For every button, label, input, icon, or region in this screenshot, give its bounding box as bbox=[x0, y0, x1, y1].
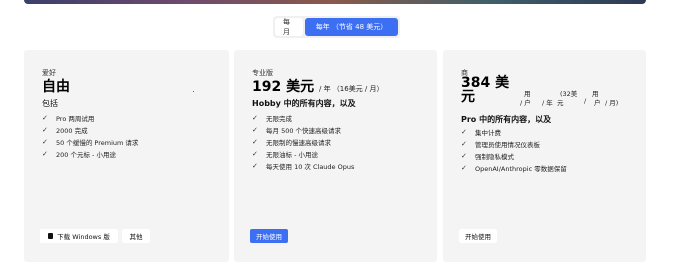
price-suffix-part: / bbox=[584, 97, 587, 105]
feature-list: ✓ 集中计费 ✓ 管理员使用情况仪表板 ✓ 强制隐私模式 ✓ OpenAI/Anthro… bbox=[461, 126, 567, 174]
check-icon: ✓ bbox=[42, 150, 48, 158]
check-icon: ✓ bbox=[252, 162, 258, 170]
price-suffix-part: 元 bbox=[557, 99, 564, 107]
check-icon: ✓ bbox=[252, 126, 258, 134]
get-started-button[interactable]: 开始使用 bbox=[459, 229, 497, 243]
stray-dot bbox=[193, 91, 194, 92]
feature-item: ✓ 50 个缓慢的 Premium 请求 bbox=[42, 138, 139, 147]
feature-item: ✓ 2000 完成 bbox=[42, 126, 88, 135]
plan-card-hobby: 爱好 自由 包括 ✓ Pro 两周试用 ✓ 2000 完成 ✓ 50 个缓慢的 Pre… bbox=[24, 50, 229, 262]
monthly-toggle-button[interactable]: 每月 bbox=[275, 18, 303, 36]
check-icon: ✓ bbox=[461, 128, 467, 136]
check-icon: ✓ bbox=[461, 140, 467, 148]
plan-card-pro: 专业版 192 美元 / 年 （16美元 / 月） Hobby 中的所有内容，以… bbox=[234, 50, 437, 262]
price-suffix: / 年 （16美元 / 月） bbox=[318, 85, 384, 93]
check-icon: ✓ bbox=[461, 164, 467, 172]
windows-icon bbox=[48, 233, 54, 239]
feature-item: ✓ OpenAI/Anthropic 零数据保留 bbox=[461, 164, 567, 173]
feature-item: ✓ 每天使用 10 次 Claude Opus bbox=[252, 162, 355, 171]
feature-item: ✓ Pro 两周试用 bbox=[42, 114, 95, 123]
price-suffix-part: (32美 bbox=[560, 90, 578, 98]
feature-item: ✓ 无限完成 bbox=[252, 114, 292, 123]
top-gradient-banner bbox=[24, 0, 646, 4]
check-icon: ✓ bbox=[42, 114, 48, 122]
plan-includes: Pro 中的所有内容，以及 bbox=[461, 115, 552, 124]
price-suffix-part: 户 bbox=[594, 99, 601, 107]
plan-includes: Hobby 中的所有内容，以及 bbox=[252, 99, 356, 108]
yearly-toggle-button[interactable]: 每年 （节省 48 美元） bbox=[305, 18, 398, 36]
other-downloads-button[interactable]: 其他 bbox=[122, 229, 150, 243]
plan-price: 384 美 元 bbox=[461, 75, 510, 105]
feature-item: ✓ 管理员使用情况仪表板 bbox=[461, 140, 540, 149]
feature-list: ✓ 无限完成 ✓ 每月 500 个快速高级请求 ✓ 无限制的慢速高级请求 ✓ 无限油标 … bbox=[252, 112, 354, 172]
plan-price: 自由 bbox=[42, 79, 70, 95]
check-icon: ✓ bbox=[252, 150, 258, 158]
plan-includes: 包括 bbox=[42, 99, 58, 108]
get-started-button[interactable]: 开始使用 bbox=[250, 229, 288, 243]
check-icon: ✓ bbox=[42, 126, 48, 134]
feature-list: ✓ Pro 两周试用 ✓ 2000 完成 ✓ 50 个缓慢的 Premium 请求 ✓… bbox=[42, 112, 138, 160]
price-suffix-part: / 年 bbox=[542, 99, 553, 107]
feature-item: ✓ 强制隐私模式 bbox=[461, 152, 514, 161]
check-icon: ✓ bbox=[252, 138, 258, 146]
feature-item: ✓ 200 个元标 - 小用途 bbox=[42, 150, 116, 159]
price-suffix-part: / 月) bbox=[605, 99, 619, 107]
plan-card-business: 商 384 美 元 用 / 户 / 年 元 (32美 用 户 / / 月) Pr… bbox=[443, 50, 646, 262]
feature-item: ✓ 无限油标 - 小用途 bbox=[252, 150, 318, 159]
billing-toggle: 每月 每年 （节省 48 美元） bbox=[273, 16, 400, 38]
check-icon: ✓ bbox=[252, 114, 258, 122]
check-icon: ✓ bbox=[461, 152, 467, 160]
download-windows-button[interactable]: 下载 Windows 版 bbox=[40, 229, 118, 243]
feature-item: ✓ 集中计费 bbox=[461, 128, 501, 137]
feature-item: ✓ 无限制的慢速高级请求 bbox=[252, 138, 331, 147]
plan-price: 192 美元 / 年 （16美元 / 月） bbox=[252, 79, 384, 95]
check-icon: ✓ bbox=[42, 138, 48, 146]
feature-item: ✓ 每月 500 个快速高级请求 bbox=[252, 126, 342, 135]
price-suffix-part: / 户 bbox=[520, 99, 531, 107]
